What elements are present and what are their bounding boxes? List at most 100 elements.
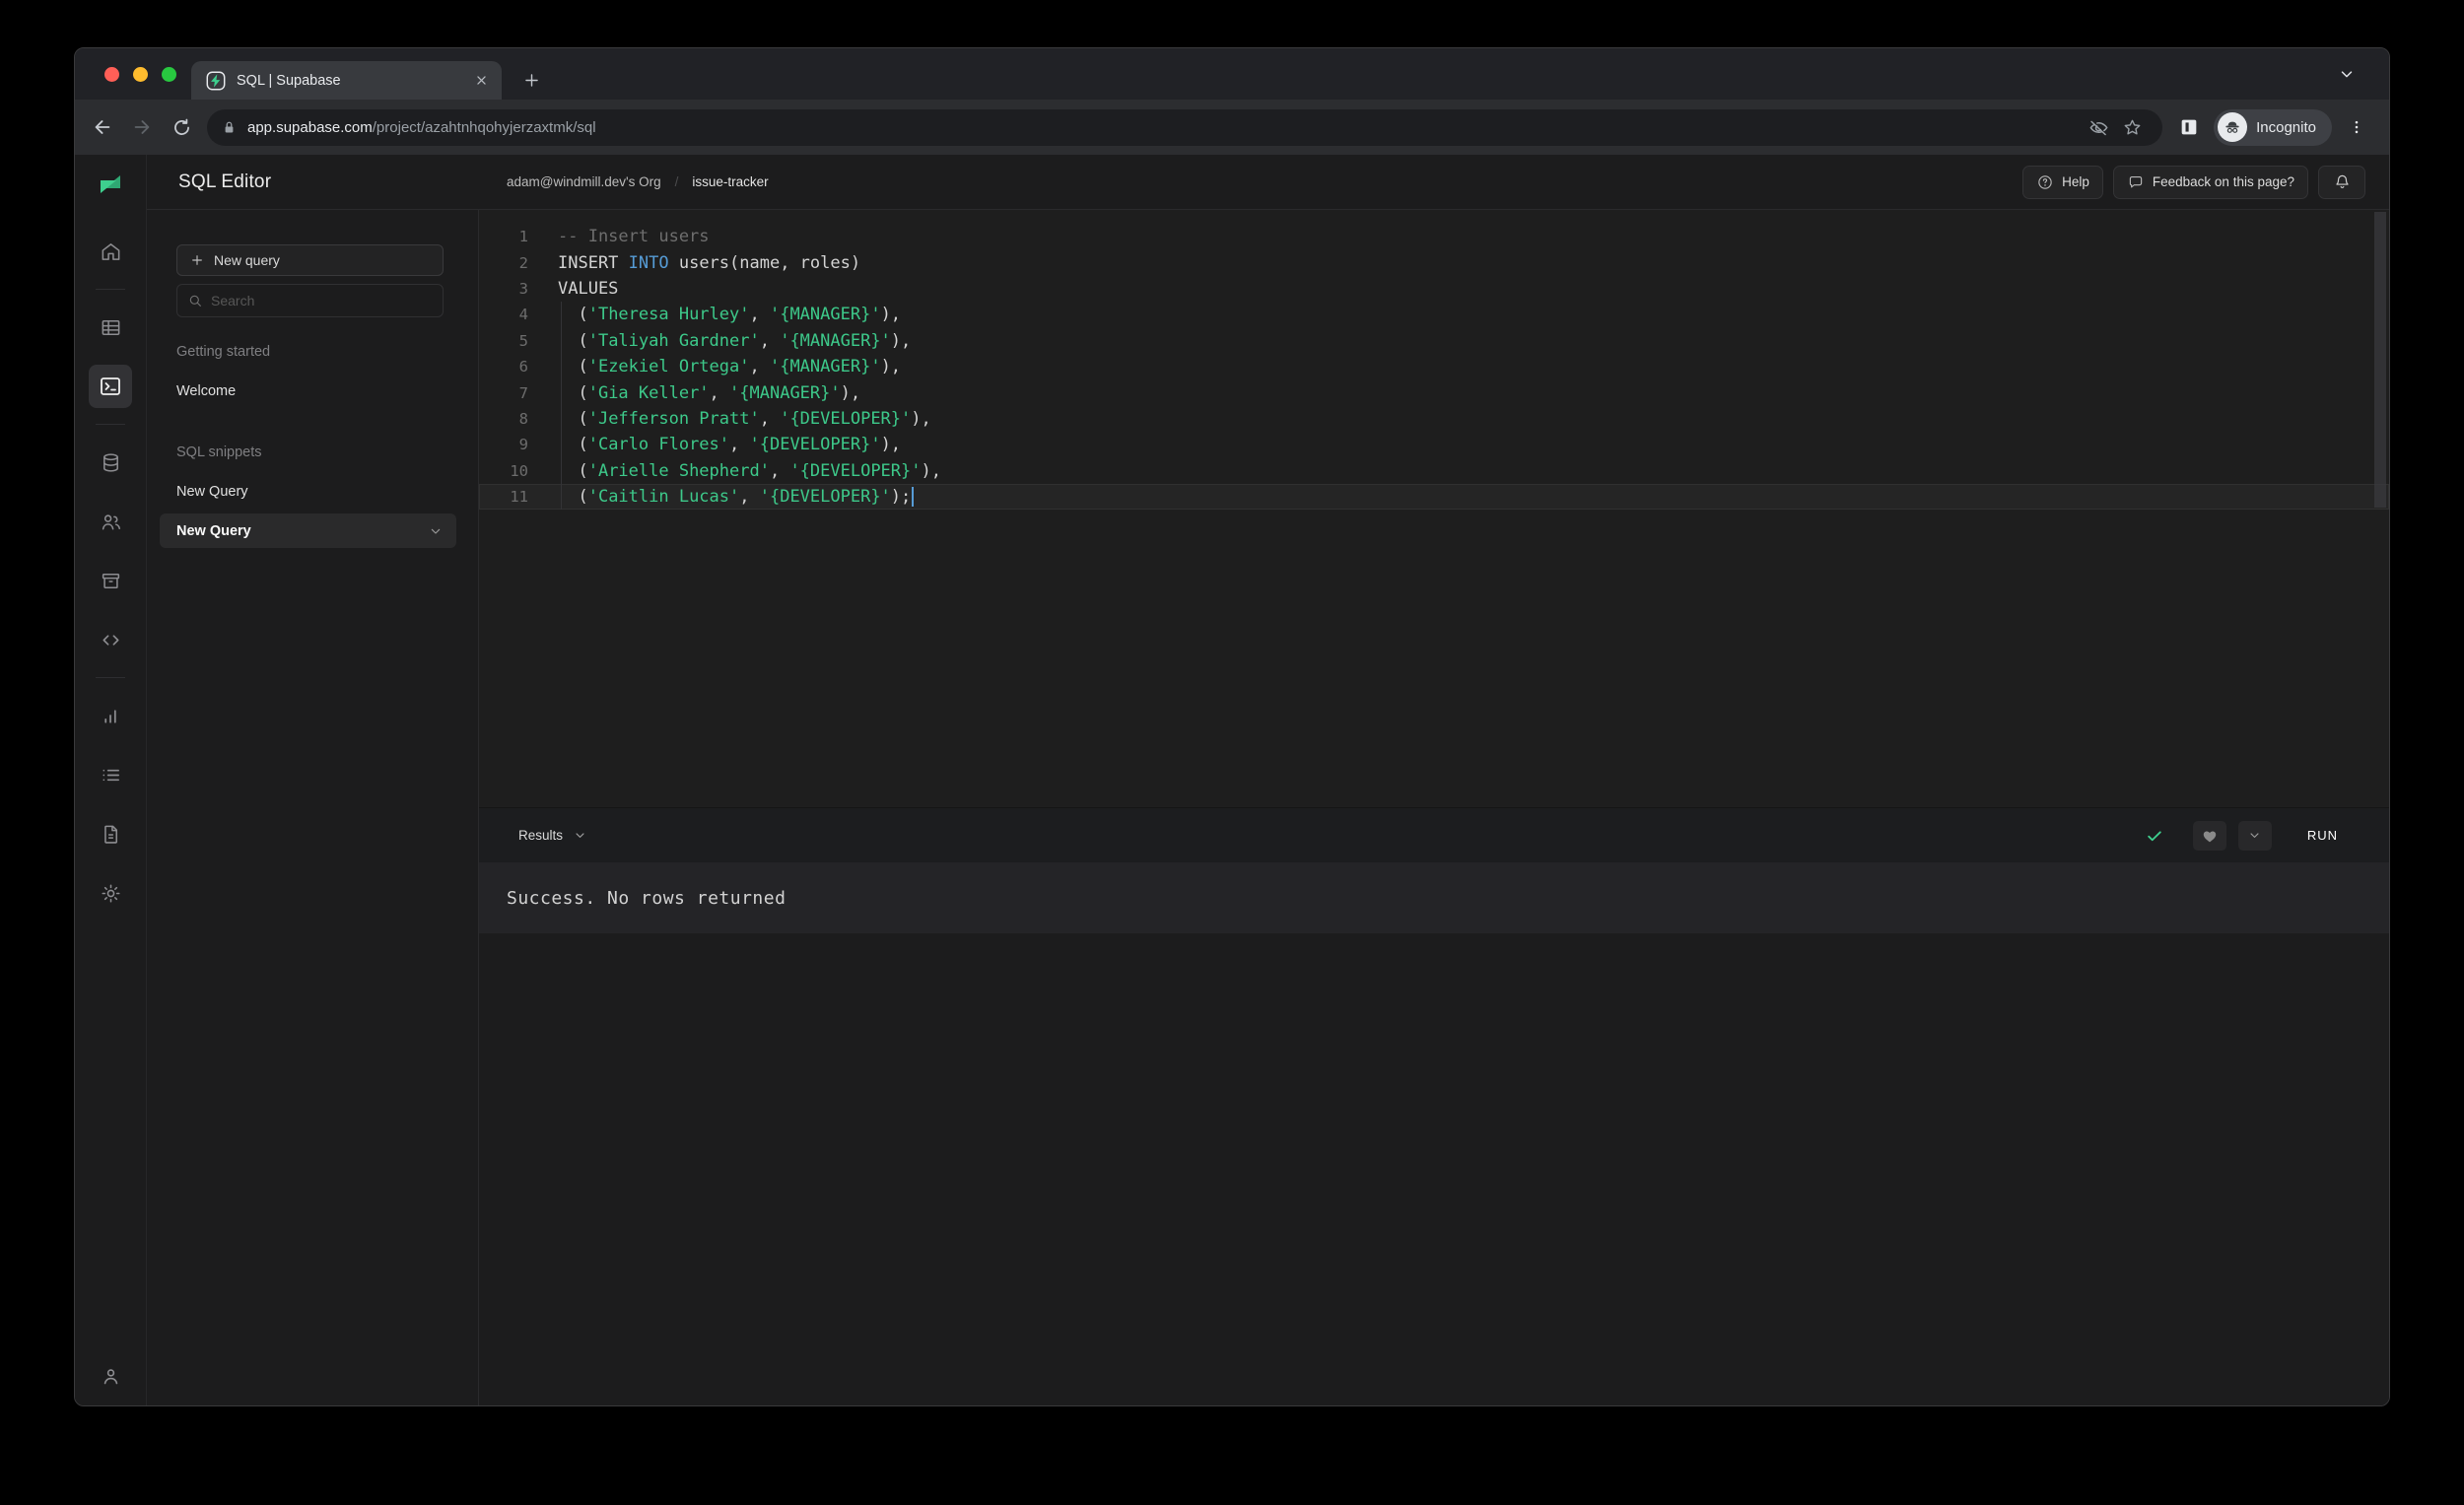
page-title: SQL Editor <box>178 171 272 192</box>
browser-menu-kebab-icon[interactable] <box>2340 110 2373 144</box>
search-input[interactable] <box>211 293 433 308</box>
lock-icon <box>221 119 238 136</box>
code-text: ('Taliyah Gardner', '{MANAGER}'), <box>558 330 912 351</box>
code-line[interactable]: 10 ('Arielle Shepherd', '{DEVELOPER}'), <box>479 458 2389 484</box>
line-number: 8 <box>518 409 528 428</box>
breadcrumb-project[interactable]: issue-tracker <box>692 174 768 189</box>
breadcrumb-org[interactable]: adam@windmill.dev's Org <box>507 174 661 189</box>
code-line[interactable]: 9 ('Carlo Flores', '{DEVELOPER}'), <box>479 432 2389 457</box>
code-line[interactable]: 6 ('Ezekiel Ortega', '{MANAGER}'), <box>479 354 2389 379</box>
feedback-button-label: Feedback on this page? <box>2152 174 2294 189</box>
selected-snippet-label: New Query <box>176 522 251 539</box>
rail-item-api-docs[interactable] <box>89 812 132 855</box>
snippet-item-welcome[interactable]: Welcome <box>176 383 478 399</box>
line-number: 2 <box>518 253 528 272</box>
bookmark-star-icon[interactable] <box>2115 110 2149 144</box>
tab-close-icon[interactable] <box>473 72 490 89</box>
editor-scrollbar[interactable] <box>2374 212 2386 508</box>
tab-search-chevron-icon[interactable] <box>2330 57 2363 91</box>
results-dropdown[interactable]: Results <box>518 828 587 843</box>
panel-body: New query Getting started Welcome SQL sn… <box>147 210 479 1405</box>
rail-item-storage[interactable] <box>89 559 132 602</box>
rail-item-settings[interactable] <box>89 871 132 915</box>
help-button-label: Help <box>2062 174 2089 189</box>
close-window-button[interactable] <box>104 66 119 82</box>
notifications-button[interactable] <box>2318 165 2365 199</box>
rail-item-home[interactable] <box>89 230 132 273</box>
rail-item-database[interactable] <box>89 441 132 484</box>
sql-editor-panel: SQL Editor New query Search Getting star… <box>147 155 479 1405</box>
code-text: ('Caitlin Lucas', '{DEVELOPER}'); <box>528 487 915 508</box>
line-number: 6 <box>518 358 528 376</box>
incognito-icon <box>2218 112 2248 142</box>
chevron-down-icon[interactable] <box>428 523 444 539</box>
rail-divider <box>96 677 125 678</box>
code-text: ('Carlo Flores', '{DEVELOPER}'), <box>558 435 902 455</box>
code-text: -- Insert users <box>558 227 710 247</box>
incognito-badge[interactable]: Incognito <box>2214 108 2332 146</box>
snippet-search[interactable] <box>176 284 444 317</box>
main-area: adam@windmill.dev's Org / issue-tracker … <box>479 155 2389 1405</box>
minimize-window-button[interactable] <box>133 66 148 82</box>
code-text: ('Ezekiel Ortega', '{MANAGER}'), <box>558 357 902 377</box>
section-label-sql-snippets: SQL snippets <box>176 445 262 460</box>
help-circle-icon <box>2036 173 2054 191</box>
main-header: adam@windmill.dev's Org / issue-tracker … <box>479 155 2389 210</box>
reload-button[interactable] <box>162 107 201 147</box>
plus-icon <box>189 252 205 268</box>
code-text: INSERT INTO users(name, roles) <box>558 252 861 273</box>
rail-item-logs[interactable] <box>89 753 132 796</box>
forward-button[interactable] <box>122 107 162 147</box>
code-line[interactable]: 3 VALUES <box>479 276 2389 302</box>
new-query-button[interactable]: New query <box>176 244 444 276</box>
bell-icon <box>2333 172 2352 191</box>
feedback-button[interactable]: Feedback on this page? <box>2112 165 2308 199</box>
run-controls: RUN <box>2138 820 2338 851</box>
rail-item-edge-functions[interactable] <box>89 618 132 661</box>
rail-divider <box>96 424 125 425</box>
code-line[interactable]: 4 ('Theresa Hurley', '{MANAGER}'), <box>479 302 2389 327</box>
line-number: 10 <box>510 461 528 480</box>
password-eye-off-icon[interactable] <box>2082 110 2115 144</box>
code-line[interactable]: 2 INSERT INTO users(name, roles) <box>479 249 2389 275</box>
rail-divider <box>96 289 125 290</box>
line-number: 1 <box>518 228 528 246</box>
help-button[interactable]: Help <box>2022 165 2103 199</box>
rail-item-account[interactable] <box>89 1354 132 1398</box>
line-number: 4 <box>518 306 528 324</box>
browser-tab[interactable]: SQL | Supabase <box>191 61 502 100</box>
code-text: ('Gia Keller', '{MANAGER}'), <box>558 382 861 403</box>
rail-item-authentication[interactable] <box>89 500 132 543</box>
sql-code-editor[interactable]: 1 -- Insert users 2 INSERT INTO users(name,… <box>479 210 2389 807</box>
section-label-getting-started: Getting started <box>176 344 271 360</box>
rail-item-reports[interactable] <box>89 694 132 737</box>
side-panel-icon[interactable] <box>2172 110 2206 144</box>
rail-item-sql-editor[interactable] <box>89 365 132 408</box>
browser-window: SQL | Supabase app.supabase.com/project/… <box>74 47 2390 1406</box>
results-label: Results <box>518 828 564 843</box>
code-line[interactable]: 11 ('Caitlin Lucas', '{DEVELOPER}'); <box>479 484 2389 510</box>
code-line[interactable]: 7 ('Gia Keller', '{MANAGER}'), <box>479 379 2389 405</box>
tab-strip: SQL | Supabase <box>75 48 2389 100</box>
back-button[interactable] <box>83 107 122 147</box>
code-line[interactable]: 8 ('Jefferson Pratt', '{DEVELOPER}'), <box>479 406 2389 432</box>
code-line[interactable]: 1 -- Insert users <box>479 224 2389 249</box>
address-bar[interactable]: app.supabase.com/project/azahtnhqohyjerz… <box>207 108 2163 146</box>
desktop: SQL | Supabase app.supabase.com/project/… <box>0 0 2464 1505</box>
supabase-logo-icon[interactable] <box>75 155 146 214</box>
code-line[interactable]: 5 ('Taliyah Gardner', '{MANAGER}'), <box>479 328 2389 354</box>
url-text: app.supabase.com/project/azahtnhqohyjerz… <box>247 118 596 136</box>
rail-item-table-editor[interactable] <box>89 306 132 349</box>
supabase-favicon-icon <box>205 70 227 92</box>
run-options-chevron-icon[interactable] <box>2237 820 2272 851</box>
snippet-item-new-query[interactable]: New Query <box>176 484 478 500</box>
tab-title: SQL | Supabase <box>237 72 341 89</box>
new-tab-button[interactable] <box>514 63 548 97</box>
zoom-window-button[interactable] <box>162 66 176 82</box>
line-number: 11 <box>510 488 528 507</box>
run-button[interactable]: RUN <box>2307 828 2338 843</box>
favorite-heart-icon[interactable] <box>2192 820 2226 851</box>
nav-rail <box>75 155 147 1405</box>
snippet-item-new-query-selected[interactable]: New Query <box>160 513 456 548</box>
line-number: 7 <box>518 383 528 402</box>
